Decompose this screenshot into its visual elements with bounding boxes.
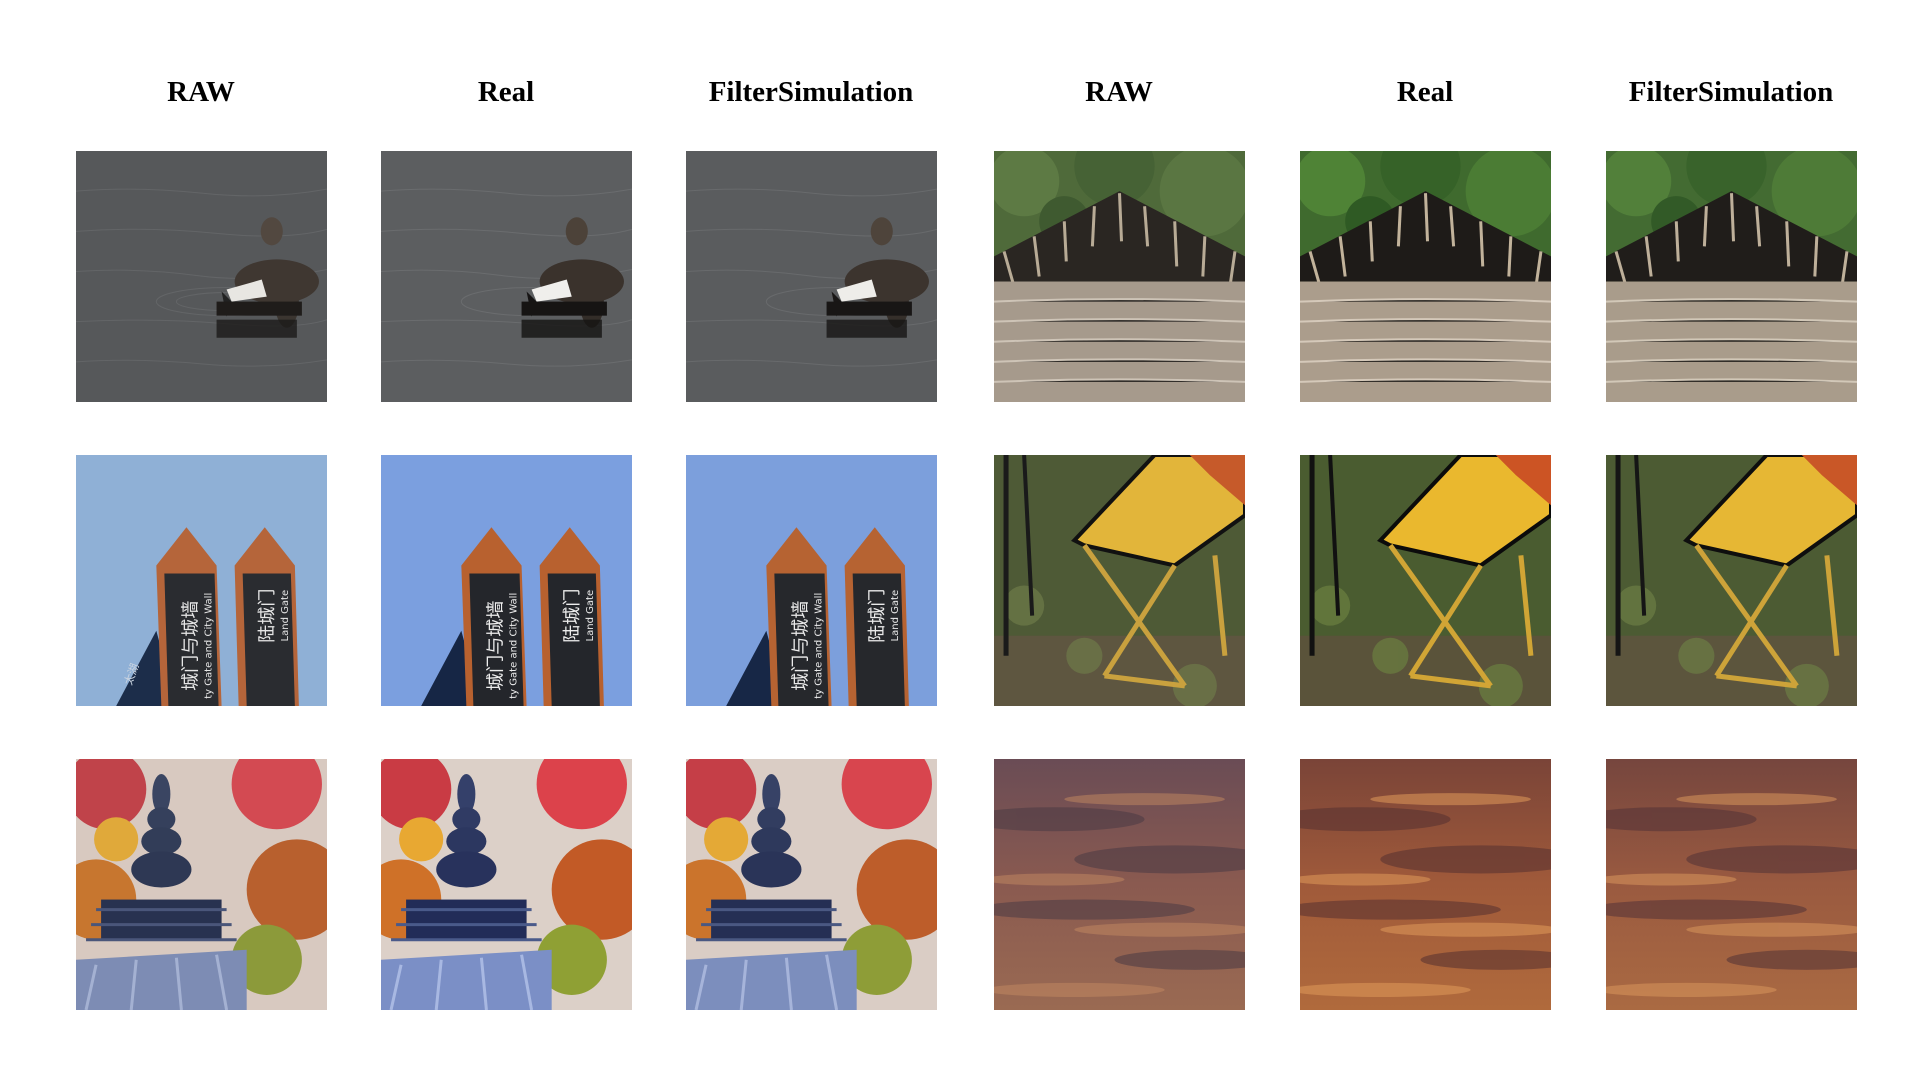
hut-scene <box>1300 151 1551 402</box>
column-header-real-left: Real <box>477 76 535 108</box>
image-duck-filter-simulation <box>686 151 937 402</box>
image-duck-raw <box>76 151 327 402</box>
left-sign-cn: 城门与城墙 <box>485 601 506 691</box>
image-pagoda-raw <box>76 759 327 1010</box>
left-sign-cn: 城门与城墙 <box>790 601 811 691</box>
image-chairs-raw <box>994 455 1245 706</box>
sunset-clouds-scene <box>1300 759 1551 1010</box>
right-sign-en: Land Gate <box>280 590 291 642</box>
signposts-scene: 城门与城墙 ty Gate and City Wall 陆城门 Land Gat… <box>686 455 937 706</box>
left-sign-en: ty Gate and City Wall <box>814 593 825 699</box>
pagoda-scene <box>76 759 327 1010</box>
image-sunset-clouds-real <box>1300 759 1551 1010</box>
image-hut-real <box>1300 151 1551 402</box>
image-signposts-raw: 太湖 城门与城墙 ty Gate and City Wall 陆城门 Land … <box>76 455 327 706</box>
image-pagoda-filter-simulation <box>686 759 937 1010</box>
image-hut-filter-simulation <box>1606 151 1857 402</box>
column-header-raw-left: RAW <box>167 76 235 108</box>
image-hut-raw <box>994 151 1245 402</box>
image-duck-real <box>381 151 632 402</box>
column-header-filtersimulation-left: FilterSimulation <box>708 76 914 108</box>
image-chairs-real <box>1300 455 1551 706</box>
signposts-scene: 太湖 城门与城墙 ty Gate and City Wall 陆城门 Land … <box>76 455 327 706</box>
right-sign-cn: 陆城门 <box>562 589 583 643</box>
right-sign-en: Land Gate <box>890 590 901 642</box>
sunset-clouds-scene <box>994 759 1245 1010</box>
chairs-scene <box>1606 455 1857 706</box>
right-sign-cn: 陆城门 <box>867 589 888 643</box>
hut-scene <box>994 151 1245 402</box>
left-sign-cn: 城门与城墙 <box>180 601 201 691</box>
signposts-scene: 城门与城墙 ty Gate and City Wall 陆城门 Land Gat… <box>381 455 632 706</box>
image-chairs-filter-simulation <box>1606 455 1857 706</box>
chairs-scene <box>994 455 1245 706</box>
image-signposts-real: 城门与城墙 ty Gate and City Wall 陆城门 Land Gat… <box>381 455 632 706</box>
image-pagoda-real <box>381 759 632 1010</box>
pagoda-scene <box>686 759 937 1010</box>
left-sign-en: ty Gate and City Wall <box>204 593 215 699</box>
column-header-raw-right: RAW <box>1085 76 1153 108</box>
pagoda-scene <box>381 759 632 1010</box>
image-sunset-clouds-raw <box>994 759 1245 1010</box>
duck-scene <box>686 151 937 402</box>
column-header-real-right: Real <box>1396 76 1454 108</box>
right-sign-cn: 陆城门 <box>257 589 278 643</box>
image-signposts-filter-simulation: 城门与城墙 ty Gate and City Wall 陆城门 Land Gat… <box>686 455 937 706</box>
hut-scene <box>1606 151 1857 402</box>
right-sign-en: Land Gate <box>585 590 596 642</box>
column-header-filtersimulation-right: FilterSimulation <box>1628 76 1834 108</box>
image-sunset-clouds-filter-simulation <box>1606 759 1857 1010</box>
sunset-clouds-scene <box>1606 759 1857 1010</box>
duck-scene <box>381 151 632 402</box>
duck-scene <box>76 151 327 402</box>
left-sign-en: ty Gate and City Wall <box>509 593 520 699</box>
chairs-scene <box>1300 455 1551 706</box>
